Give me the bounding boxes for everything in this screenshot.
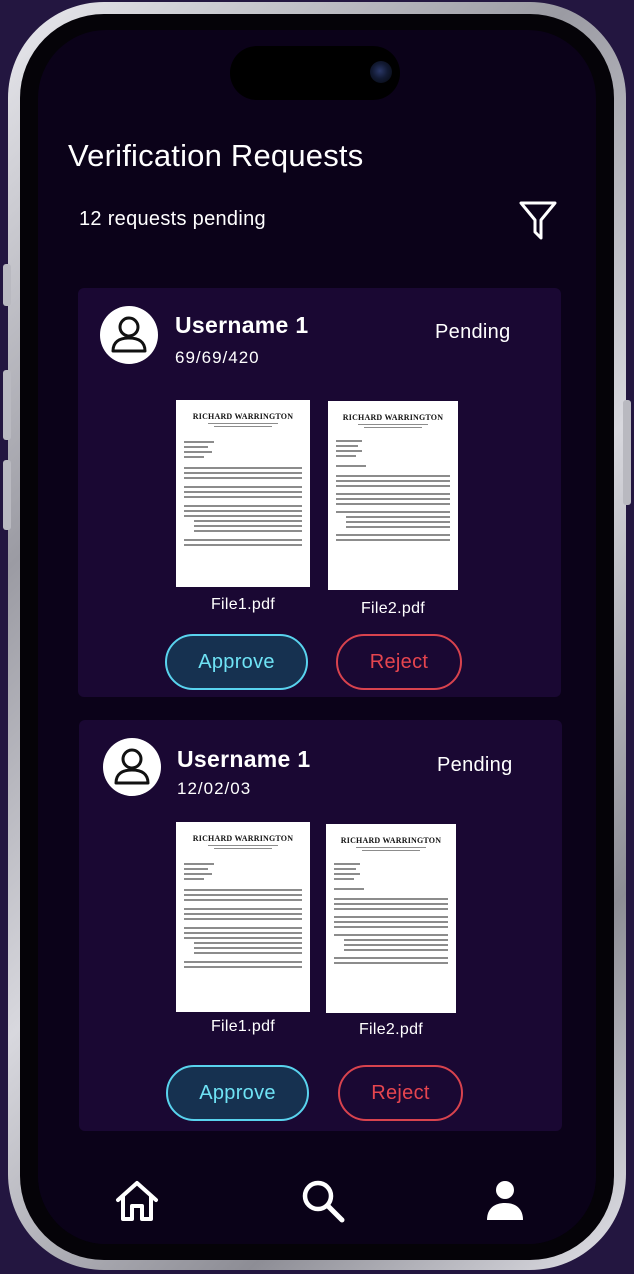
document-title: RICHARD WARRINGTON xyxy=(192,834,294,843)
bottom-nav xyxy=(38,1160,596,1244)
document-preview-file2[interactable]: RICHARD WARRINGTON xyxy=(326,824,456,1013)
search-icon xyxy=(302,1180,345,1223)
nav-profile[interactable] xyxy=(482,1178,528,1224)
avatar xyxy=(100,306,158,364)
document-title: RICHARD WARRINGTON xyxy=(342,413,444,422)
volume-down-button xyxy=(3,460,11,530)
user-icon xyxy=(114,748,150,785)
username: Username 1 xyxy=(177,746,311,772)
power-button xyxy=(623,400,631,505)
file-name[interactable]: File2.pdf xyxy=(323,600,463,618)
document-preview-file1[interactable]: RICHARD WARRINGTON xyxy=(176,822,310,1012)
file-name[interactable]: File1.pdf xyxy=(173,596,313,614)
user-icon xyxy=(111,316,147,353)
pending-count: 12 requests pending xyxy=(79,208,266,230)
file-name[interactable]: File1.pdf xyxy=(173,1018,313,1036)
approve-button[interactable]: Approve xyxy=(166,1065,309,1121)
request-card: Username 1 69/69/420 Pending RICHARD WAR… xyxy=(78,288,561,697)
home-icon xyxy=(116,1181,158,1221)
nav-home[interactable] xyxy=(114,1178,160,1224)
document-title: RICHARD WARRINGTON xyxy=(340,836,442,845)
status-badge: Pending xyxy=(437,754,513,776)
username: Username 1 xyxy=(175,312,309,338)
page-title: Verification Requests xyxy=(68,138,364,173)
volume-up-button xyxy=(3,370,11,440)
status-badge: Pending xyxy=(435,321,511,343)
document-preview-file2[interactable]: RICHARD WARRINGTON xyxy=(328,401,458,590)
document-preview-file1[interactable]: RICHARD WARRINGTON xyxy=(176,400,310,587)
request-date: 69/69/420 xyxy=(175,348,260,367)
file-name[interactable]: File2.pdf xyxy=(321,1021,461,1039)
reject-button[interactable]: Reject xyxy=(338,1065,463,1121)
filter-icon xyxy=(519,201,557,240)
profile-icon xyxy=(487,1181,523,1220)
request-date: 12/02/03 xyxy=(177,779,252,798)
app-screen: Verification Requests 12 requests pendin… xyxy=(38,30,596,1244)
reject-button[interactable]: Reject xyxy=(336,634,462,690)
nav-search[interactable] xyxy=(300,1178,346,1224)
document-title: RICHARD WARRINGTON xyxy=(192,412,294,421)
avatar xyxy=(103,738,161,796)
camera-icon xyxy=(370,61,392,83)
approve-button[interactable]: Approve xyxy=(165,634,308,690)
request-card: Username 1 12/02/03 Pending RICHARD WARR… xyxy=(79,720,562,1131)
filter-button[interactable] xyxy=(518,198,558,242)
action-button xyxy=(3,264,11,306)
